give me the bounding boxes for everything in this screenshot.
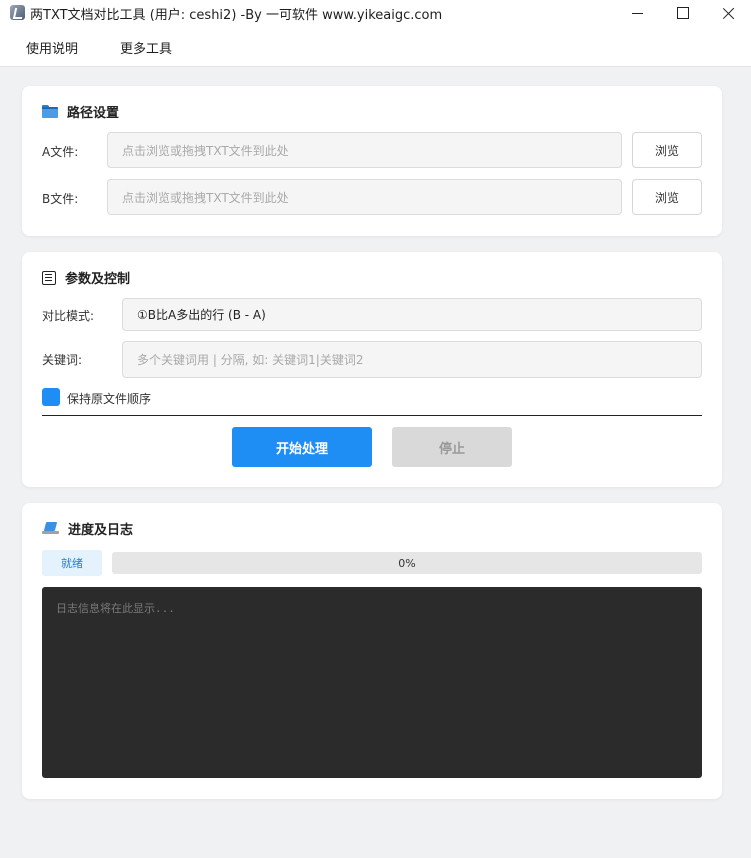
title-bar: 两TXT文档对比工具 (用户: ceshi2) -By 一可软件 www.yik… <box>0 0 751 26</box>
file-b-placeholder: 点击浏览或拖拽TXT文件到此处 <box>122 190 289 205</box>
keyword-input[interactable]: 多个关键词用 | 分隔, 如: 关键词1|关键词2 <box>122 341 702 378</box>
path-settings-card: 路径设置 A文件: 点击浏览或拖拽TXT文件到此处 浏览 B文件: 点击浏览或拖… <box>22 86 722 236</box>
folder-icon <box>42 105 58 118</box>
maximize-icon <box>677 7 689 19</box>
laptop-icon <box>42 522 59 536</box>
list-icon <box>42 270 56 285</box>
divider <box>42 415 702 416</box>
file-a-input[interactable]: 点击浏览或拖拽TXT文件到此处 <box>107 132 622 168</box>
log-title: 进度及日志 <box>68 523 134 538</box>
keep-order-checkbox[interactable] <box>42 388 60 406</box>
compare-mode-select[interactable]: ①B比A多出的行 (B - A) <box>122 298 702 331</box>
keep-order-label: 保持原文件顺序 <box>67 392 152 406</box>
app-icon <box>10 5 25 20</box>
file-b-browse-button[interactable]: 浏览 <box>632 179 702 215</box>
file-b-label: B文件: <box>42 192 79 206</box>
window-title: 两TXT文档对比工具 (用户: ceshi2) -By 一可软件 www.yik… <box>30 8 443 23</box>
path-settings-header: 路径设置 <box>42 102 119 121</box>
file-a-label: A文件: <box>42 145 79 159</box>
progress-text: 0% <box>398 556 416 570</box>
menu-item-help[interactable]: 使用说明 <box>26 38 78 57</box>
file-b-input[interactable]: 点击浏览或拖拽TXT文件到此处 <box>107 179 622 215</box>
close-button[interactable] <box>706 0 751 26</box>
keyword-label: 关键词: <box>42 353 83 367</box>
params-title: 参数及控制 <box>65 272 131 287</box>
minimize-button[interactable] <box>614 0 660 26</box>
maximize-button[interactable] <box>660 0 706 26</box>
start-button[interactable]: 开始处理 <box>232 427 372 467</box>
compare-mode-label: 对比模式: <box>42 309 95 323</box>
compare-mode-value: ①B比A多出的行 (B - A) <box>137 308 266 322</box>
status-badge: 就绪 <box>42 550 102 576</box>
menu-item-more-tools[interactable]: 更多工具 <box>120 38 172 57</box>
minimize-icon <box>631 12 643 14</box>
file-a-browse-button[interactable]: 浏览 <box>632 132 702 168</box>
progress-bar: 0% <box>112 552 702 574</box>
path-settings-title: 路径设置 <box>67 106 120 121</box>
file-a-placeholder: 点击浏览或拖拽TXT文件到此处 <box>122 143 289 158</box>
params-header: 参数及控制 <box>42 268 130 287</box>
params-card: 参数及控制 对比模式: ①B比A多出的行 (B - A) 关键词: 多个关键词用… <box>22 252 722 487</box>
close-icon <box>723 7 735 19</box>
log-placeholder: 日志信息将在此显示... <box>56 602 175 615</box>
log-header: 进度及日志 <box>42 519 133 538</box>
log-card: 进度及日志 就绪 0% 日志信息将在此显示... <box>22 503 722 799</box>
stop-button[interactable]: 停止 <box>392 427 512 467</box>
keyword-placeholder: 多个关键词用 | 分隔, 如: 关键词1|关键词2 <box>137 353 364 367</box>
log-output[interactable]: 日志信息将在此显示... <box>42 587 702 778</box>
menu-bar: 使用说明 更多工具 <box>0 26 751 67</box>
